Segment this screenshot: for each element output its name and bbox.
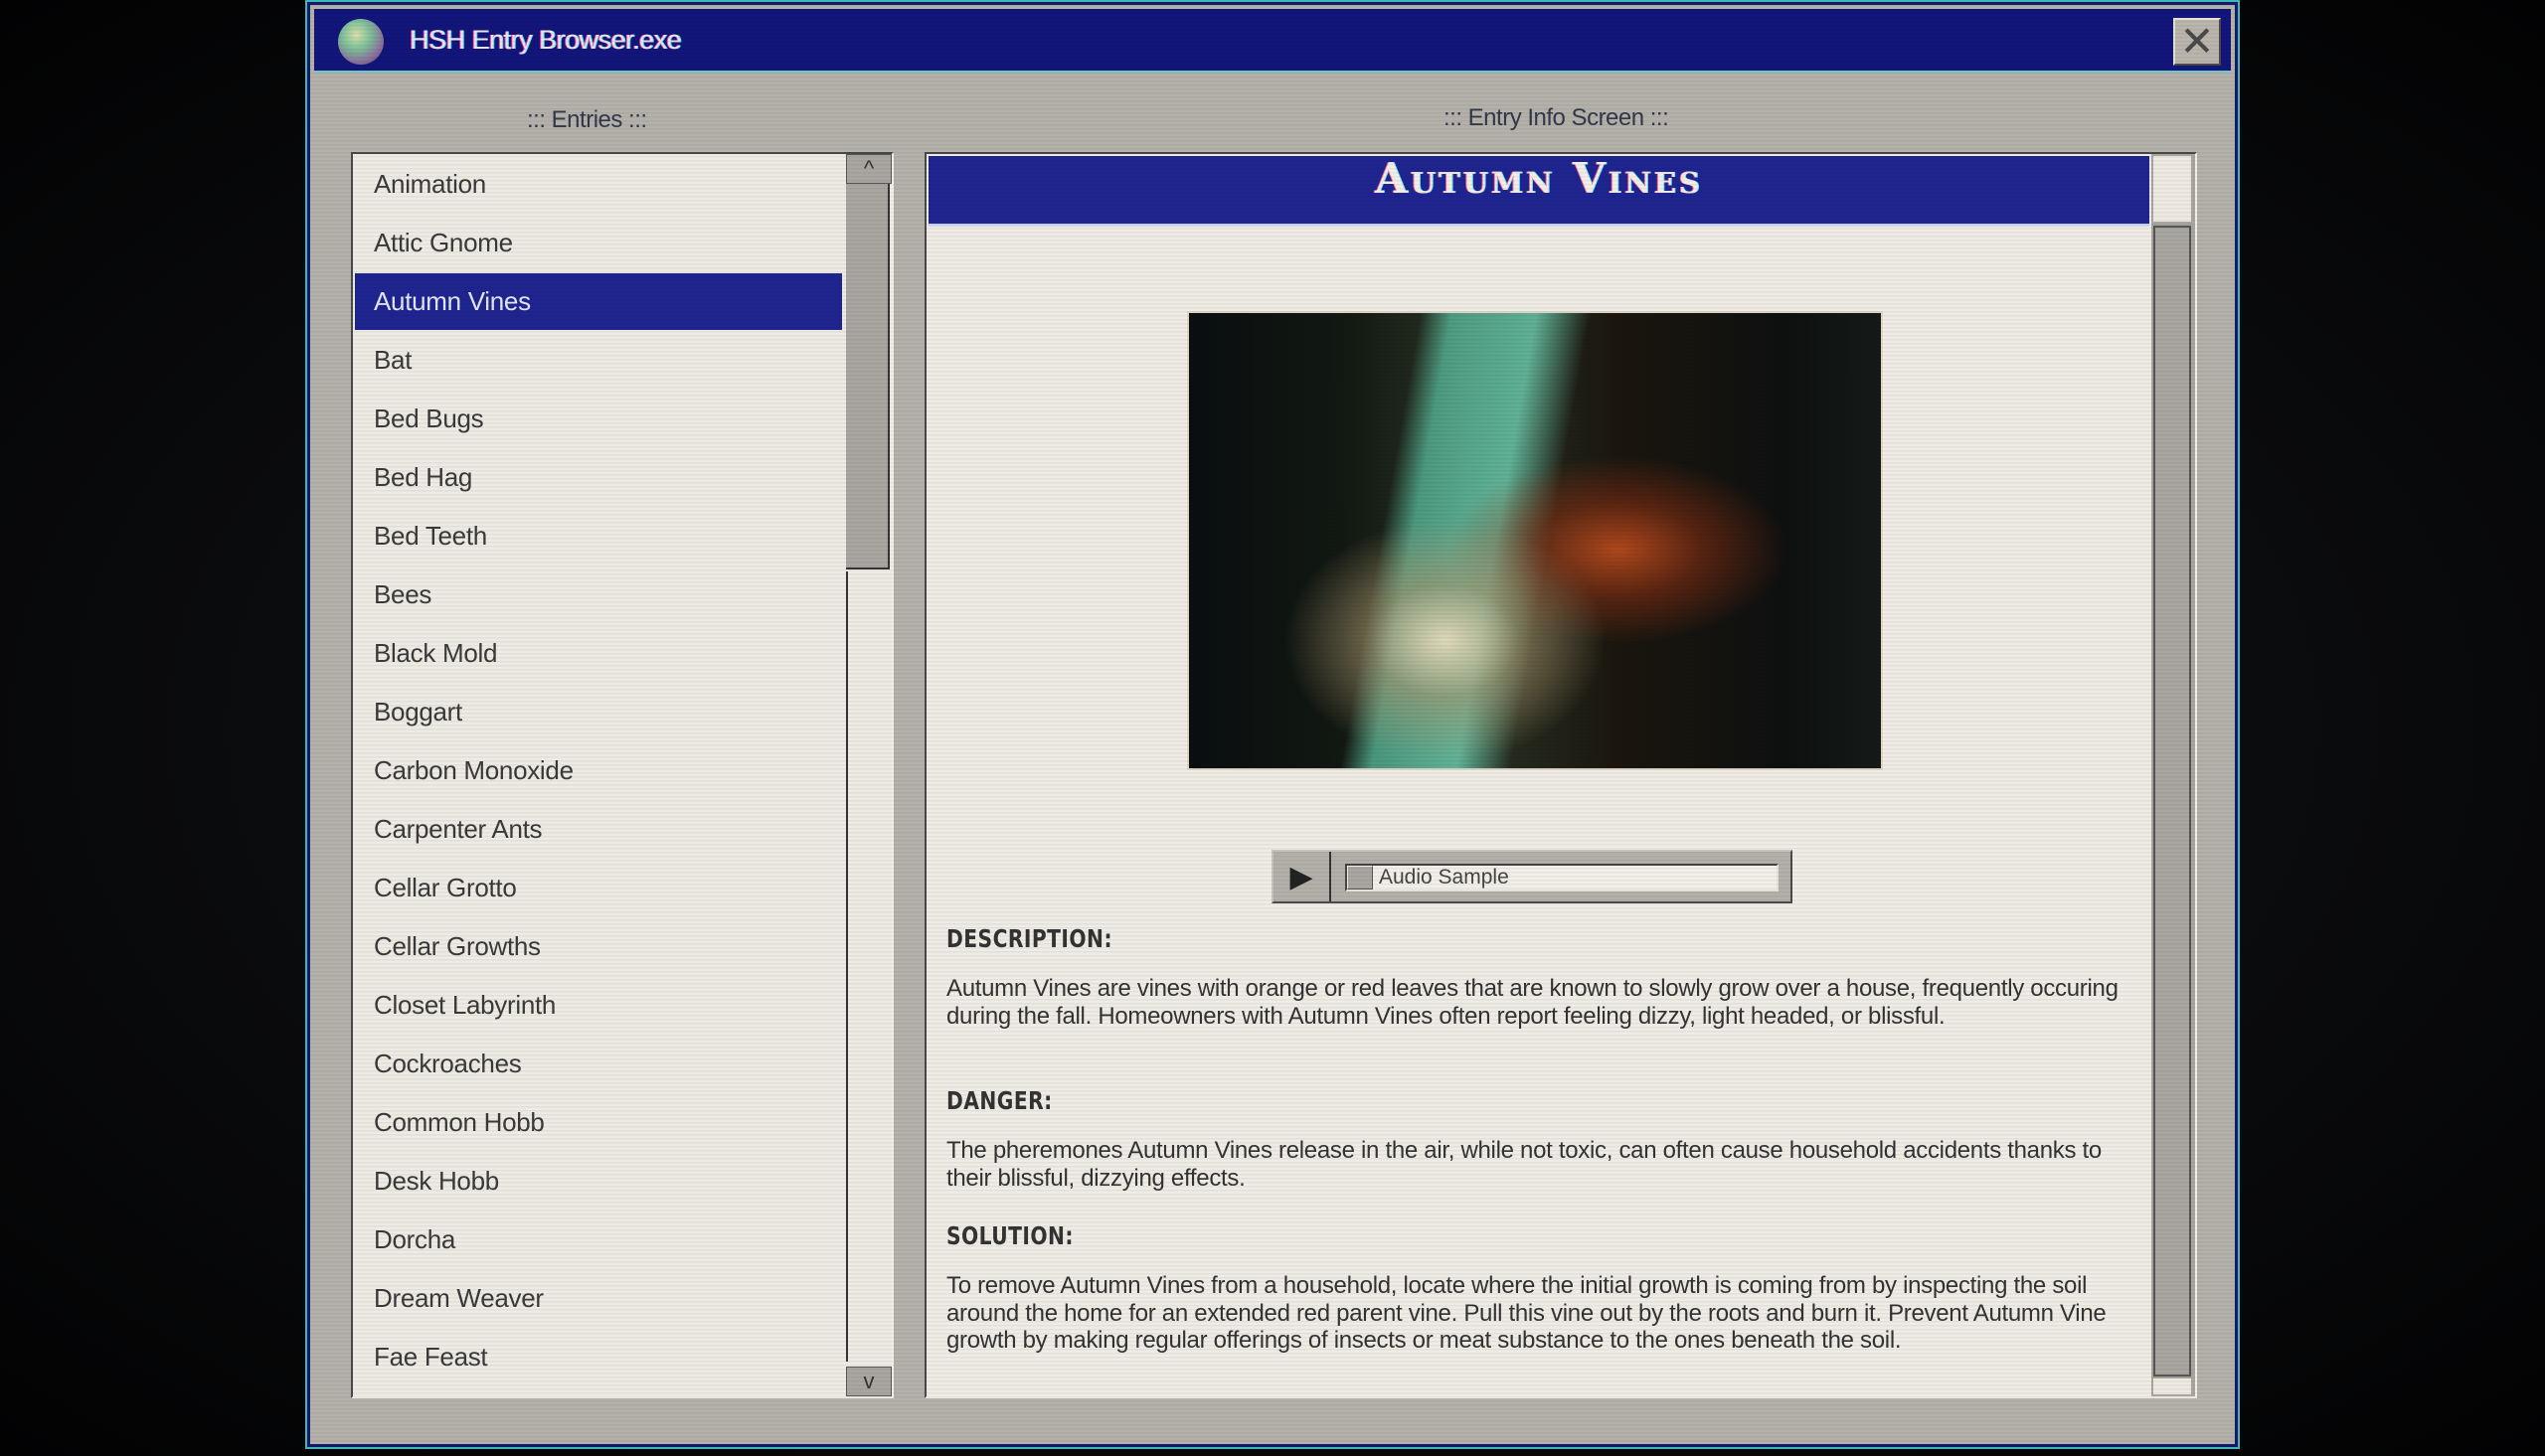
entry-photo xyxy=(1187,311,1883,770)
list-item[interactable]: Carpenter Ants xyxy=(355,801,842,858)
list-item[interactable]: Bees xyxy=(355,566,842,623)
globe-brain-icon xyxy=(338,19,384,65)
entry-info-label: ::: Entry Info Screen ::: xyxy=(1443,104,1669,131)
list-item[interactable]: Attic Gnome xyxy=(355,215,842,271)
list-item[interactable]: Cockroaches xyxy=(355,1036,842,1092)
play-icon: ▶ xyxy=(1289,860,1313,893)
entries-list[interactable]: Animation Attic Gnome Autumn Vines Bat Bed B… xyxy=(351,152,894,1398)
play-button[interactable]: ▶ xyxy=(1273,852,1331,901)
list-item[interactable]: Cellar Grotto xyxy=(355,860,842,916)
close-icon: ✕ xyxy=(2179,18,2215,65)
scroll-thumb[interactable] xyxy=(846,184,890,569)
info-scroll-down-area[interactable] xyxy=(2153,1378,2191,1394)
description-section: DESCRIPTION: Autumn Vines are vines with… xyxy=(946,924,2139,1030)
danger-section: DANGER: The pheremones Autumn Vines rele… xyxy=(946,1086,2139,1192)
list-item[interactable]: Closet Labyrinth xyxy=(355,977,842,1034)
scroll-track[interactable] xyxy=(846,571,890,1362)
info-scrollbar[interactable] xyxy=(2151,154,2195,1396)
list-item[interactable]: Desk Hobb xyxy=(355,1153,842,1210)
window-title: HSH Entry Browser.exe xyxy=(410,25,682,55)
info-scroll-up-area[interactable] xyxy=(2153,156,2191,222)
audio-progress-thumb[interactable] xyxy=(1347,866,1373,890)
list-item[interactable]: Bed Bugs xyxy=(355,391,842,447)
audio-progress-track[interactable]: Audio Sample xyxy=(1345,864,1779,891)
list-item[interactable]: Boggart xyxy=(355,684,842,740)
list-item[interactable]: Black Mold xyxy=(355,625,842,682)
list-item[interactable]: Animation xyxy=(355,156,842,213)
close-button[interactable]: ✕ xyxy=(2173,18,2221,66)
title-bar[interactable]: HSH Entry Browser.exe ✕ xyxy=(314,9,2231,73)
solution-body: To remove Autumn Vines from a household,… xyxy=(946,1272,2107,1354)
list-item[interactable]: Bat xyxy=(355,332,842,389)
entry-title-bar: Autumn Vines xyxy=(929,154,2149,227)
audio-label: Audio Sample xyxy=(1379,866,1509,889)
entry-title: Autumn Vines xyxy=(1375,154,1703,203)
list-item[interactable]: Dream Weaver xyxy=(355,1270,842,1327)
danger-heading: DANGER: xyxy=(946,1086,1053,1115)
list-item[interactable]: Autumn Vines xyxy=(355,273,842,330)
info-scroll-thumb[interactable] xyxy=(2153,226,2191,1376)
entries-scrollbar[interactable]: ^ v xyxy=(846,154,892,1396)
list-item[interactable]: Cellar Growths xyxy=(355,918,842,975)
solution-section: SOLUTION: To remove Autumn Vines from a … xyxy=(946,1221,2139,1355)
list-item[interactable]: Fae Feast xyxy=(355,1329,842,1385)
entries-label: ::: Entries ::: xyxy=(527,106,647,133)
list-item[interactable]: Dorcha xyxy=(355,1212,842,1268)
scroll-up-button[interactable]: ^ xyxy=(846,154,892,184)
entry-info-panel: Autumn Vines ▶ Audio Sample DESCRIPTION:… xyxy=(925,152,2197,1398)
app-window: HSH Entry Browser.exe ✕ ::: Entries ::: … xyxy=(310,5,2235,1444)
list-item[interactable]: Carbon Monoxide xyxy=(355,742,842,799)
description-heading: DESCRIPTION: xyxy=(946,924,1113,953)
list-item[interactable]: Bed Teeth xyxy=(355,508,842,565)
description-body: Autumn Vines are vines with orange or re… xyxy=(946,975,2119,1030)
scroll-down-button[interactable]: v xyxy=(846,1367,892,1396)
list-item[interactable]: Bed Hag xyxy=(355,449,842,506)
audio-player: ▶ Audio Sample xyxy=(1272,850,1792,903)
list-item[interactable]: Common Hobb xyxy=(355,1094,842,1151)
solution-heading: SOLUTION: xyxy=(946,1221,1074,1250)
danger-body: The pheremones Autumn Vines release in t… xyxy=(946,1137,2102,1192)
